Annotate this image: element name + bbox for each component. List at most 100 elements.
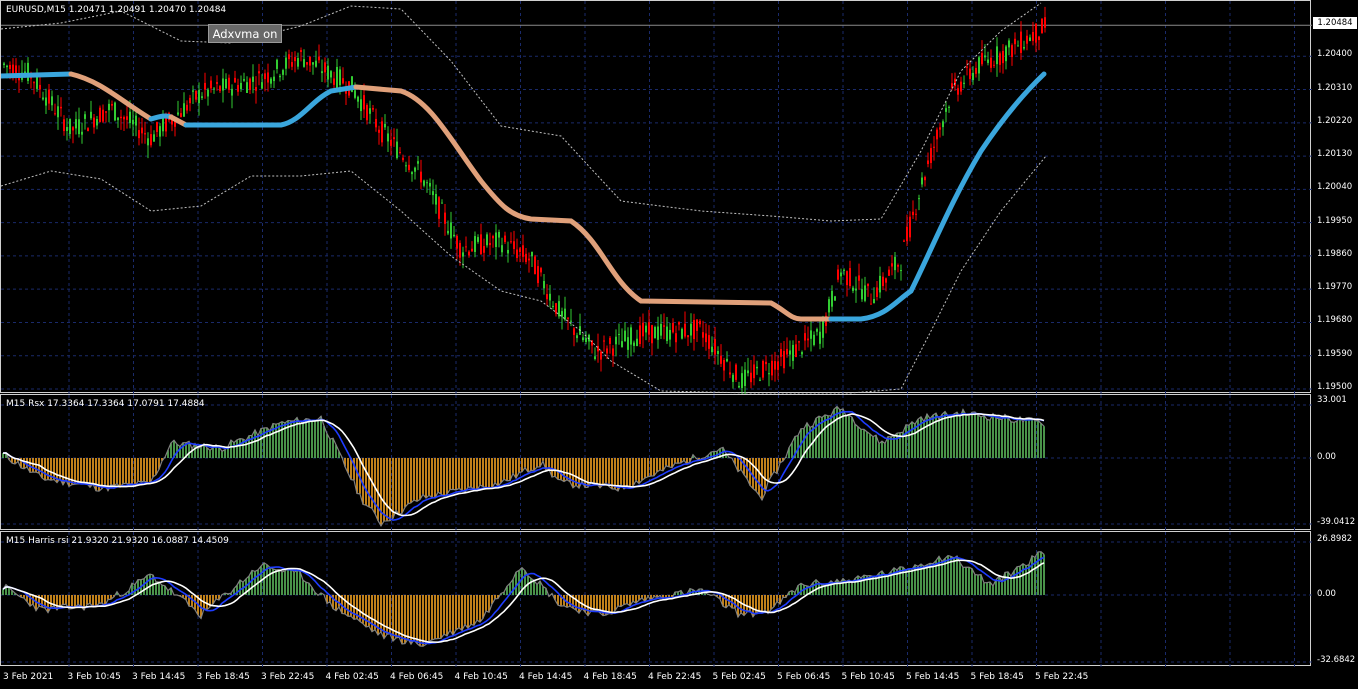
- candle-body: [681, 328, 683, 339]
- candle-body: [144, 133, 146, 135]
- candle-body: [852, 287, 854, 291]
- candle-body: [972, 72, 974, 81]
- candle-body: [723, 360, 725, 371]
- candle-body: [777, 361, 779, 370]
- candle-body: [3, 63, 5, 65]
- candle-body: [990, 57, 992, 68]
- candle-body: [870, 303, 872, 305]
- candle-body: [204, 82, 206, 90]
- candle-body: [438, 197, 440, 219]
- candle-body: [786, 348, 788, 355]
- candle-body: [765, 361, 767, 365]
- candle-body: [159, 126, 161, 137]
- candle-body: [693, 320, 695, 340]
- candle-body: [261, 82, 263, 89]
- candle-body: [642, 322, 644, 337]
- candle-body: [237, 84, 239, 92]
- candle-body: [948, 106, 950, 108]
- candle-body: [441, 202, 443, 204]
- candle-body: [69, 118, 71, 135]
- candle-body: [294, 57, 296, 62]
- candle-body: [600, 351, 602, 360]
- candle-body: [126, 116, 128, 120]
- time-tick-label: 4 Feb 14:45: [519, 672, 573, 682]
- candle-body: [1020, 31, 1022, 53]
- candle-body: [768, 373, 770, 375]
- candle-body: [93, 117, 95, 128]
- candle-body: [843, 269, 845, 271]
- current-price-label: 1.20484: [1313, 17, 1357, 29]
- candle-body: [297, 58, 299, 67]
- candle-body: [1023, 47, 1025, 49]
- candle-body: [183, 103, 185, 117]
- candle-body: [39, 84, 41, 90]
- candle-body: [240, 82, 242, 90]
- harris-tick-min: -32.6842: [1317, 655, 1356, 665]
- candle-body: [813, 334, 815, 345]
- candle-body: [636, 338, 638, 347]
- time-tick-label: 4 Feb 18:45: [583, 672, 637, 682]
- candle-body: [705, 333, 707, 343]
- adxvma-line-segment: [353, 84, 834, 322]
- candle-body: [609, 337, 611, 344]
- candle-body: [744, 369, 746, 387]
- candle-body: [384, 123, 386, 128]
- adxvma-toggle-button[interactable]: Adxvma on: [208, 24, 282, 43]
- time-tick-label: 5 Feb 06:45: [777, 672, 831, 682]
- signal-line-blue: [2, 556, 1045, 645]
- candle-body: [150, 134, 152, 146]
- oscillator-gray-line: [2, 551, 1045, 647]
- candle-body: [333, 78, 335, 85]
- candle-body: [891, 263, 893, 267]
- price-tick-label: 1.19860: [1317, 248, 1353, 259]
- rsx-indicator-panel[interactable]: M15 Rsx 17.3364 17.3364 17.0791 17.4884: [0, 394, 1312, 531]
- candle-body: [513, 241, 515, 250]
- candle-body: [60, 106, 62, 109]
- candle-body: [618, 333, 620, 335]
- candle-body: [945, 108, 947, 112]
- candle-body: [573, 328, 575, 335]
- candle-body: [312, 62, 314, 65]
- candle-body: [1011, 45, 1013, 57]
- candle-body: [219, 86, 221, 92]
- rsx-axis: 33.001 0.00 -39.0412: [1311, 394, 1358, 530]
- time-tick-label: 3 Feb 22:45: [261, 672, 315, 682]
- candle-body: [558, 301, 560, 317]
- main-chart-canvas[interactable]: [1, 1, 1312, 394]
- candle-body: [246, 82, 248, 93]
- candle-body: [495, 232, 497, 248]
- candle-body: [654, 327, 656, 339]
- candle-body: [504, 235, 506, 243]
- candle-body: [987, 59, 989, 63]
- harris-rsi-panel[interactable]: M15 Harris rsi 21.9320 21.9320 16.0887 1…: [0, 531, 1312, 667]
- candle-body: [357, 96, 359, 102]
- candle-body: [213, 88, 215, 90]
- candle-body: [402, 157, 404, 161]
- candle-body: [75, 119, 77, 129]
- rsx-tick-zero: 0.00: [1317, 452, 1336, 462]
- candle-body: [756, 366, 758, 369]
- candle-body: [105, 111, 107, 113]
- candle-body: [864, 285, 866, 301]
- candle-body: [1032, 31, 1034, 41]
- candle-body: [939, 127, 941, 130]
- candle-body: [51, 96, 53, 106]
- candle-body: [567, 317, 569, 319]
- harris-header: M15 Harris rsi 21.9320 21.9320 16.0887 1…: [6, 536, 229, 546]
- candle-body: [501, 245, 503, 253]
- candle-body: [249, 78, 251, 91]
- main-chart-panel[interactable]: EURUSD,M15 1.20471 1.20491 1.20470 1.204…: [0, 0, 1312, 394]
- candle-body: [828, 299, 830, 313]
- candle-body: [492, 236, 494, 239]
- candle-body: [117, 117, 119, 121]
- rsx-canvas[interactable]: [1, 395, 1312, 531]
- candle-body: [207, 89, 209, 97]
- candle-body: [279, 75, 281, 78]
- candle-body: [1041, 18, 1043, 34]
- candle-body: [738, 385, 740, 388]
- candle-body: [816, 329, 818, 332]
- adxvma-line-segment: [148, 113, 174, 122]
- harris-canvas[interactable]: [1, 532, 1312, 667]
- candle-body: [201, 96, 203, 98]
- rsx-tick-min: -39.0412: [1317, 517, 1356, 527]
